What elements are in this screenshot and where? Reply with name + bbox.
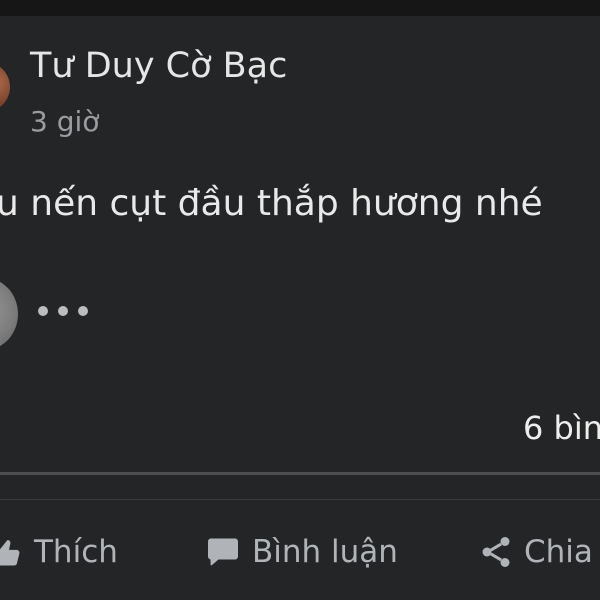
comment-count-link[interactable]: 6 bìn bbox=[523, 406, 600, 450]
typing-dot bbox=[58, 306, 68, 316]
typing-dot bbox=[38, 306, 48, 316]
typing-indicator bbox=[38, 306, 88, 316]
thumbs-up-icon bbox=[0, 534, 24, 570]
post-author-name[interactable]: Tư Duy Cờ Bạc bbox=[30, 44, 287, 88]
actions-divider-thin bbox=[0, 499, 600, 500]
actions-divider bbox=[0, 472, 600, 475]
share-icon bbox=[478, 534, 514, 570]
commenter-avatar[interactable] bbox=[0, 278, 18, 350]
like-button[interactable]: Thích bbox=[0, 526, 118, 578]
post-body-text: u nến cụt đầu thắp hương nhé bbox=[0, 183, 543, 224]
author-avatar[interactable] bbox=[0, 62, 10, 112]
comment-label: Bình luận bbox=[252, 534, 398, 570]
post-card: Tư Duy Cờ Bạc 3 giờ u nến cụt đầu thắp h… bbox=[0, 0, 600, 600]
comment-button[interactable]: Bình luận bbox=[204, 526, 398, 578]
speech-bubble-icon bbox=[204, 534, 242, 570]
typing-dot bbox=[78, 306, 88, 316]
post-timestamp[interactable]: 3 giờ bbox=[30, 104, 99, 140]
share-button[interactable]: Chia bbox=[478, 526, 593, 578]
top-divider bbox=[0, 0, 600, 16]
share-label: Chia bbox=[524, 534, 593, 570]
like-label: Thích bbox=[34, 534, 118, 570]
